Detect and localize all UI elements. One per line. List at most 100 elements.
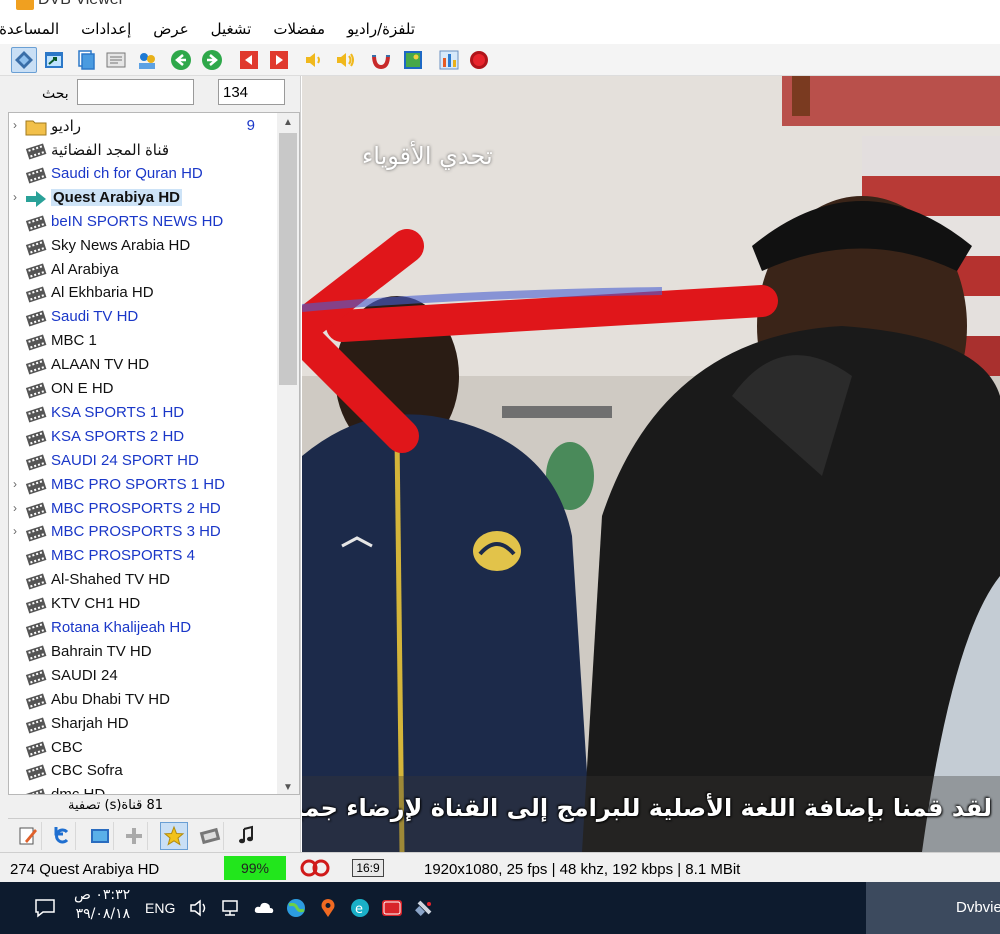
channel-list[interactable]: › راديو 9 ▲ ▼ قناة المجد الفضائية Saudi c… bbox=[8, 112, 300, 795]
channel-row[interactable]: MBC PROSPORTS 4 bbox=[9, 545, 277, 569]
channel-row[interactable]: KSA SPORTS 1 HD bbox=[9, 402, 277, 426]
channel-list-button[interactable] bbox=[11, 47, 37, 73]
channel-name: KSA SPORTS 1 HD bbox=[51, 403, 185, 421]
back-button[interactable] bbox=[168, 47, 194, 73]
film-strip-icon bbox=[25, 667, 47, 687]
menu-item-view[interactable]: عرض bbox=[153, 20, 188, 38]
channel-name: KTV CH1 HD bbox=[51, 595, 141, 613]
record-button[interactable] bbox=[466, 47, 492, 73]
channel-row[interactable]: KSA SPORTS 2 HD bbox=[9, 426, 277, 450]
film-strip-icon bbox=[25, 284, 47, 304]
film-button[interactable] bbox=[196, 822, 224, 850]
refresh-button[interactable] bbox=[48, 822, 76, 850]
channel-row[interactable]: KTV CH1 HD bbox=[9, 593, 277, 617]
channel-row[interactable]: Al Ekhbaria HD bbox=[9, 282, 277, 306]
previous-channel-button[interactable] bbox=[236, 47, 262, 73]
scroll-thumb[interactable] bbox=[279, 133, 297, 385]
favorites-button[interactable] bbox=[160, 822, 188, 850]
film-strip-icon bbox=[25, 213, 47, 233]
record-icon bbox=[470, 51, 488, 69]
channel-row[interactable]: Abu Dhabi TV HD bbox=[9, 689, 277, 713]
channel-row[interactable]: Saudi TV HD bbox=[9, 306, 277, 330]
film-strip-icon bbox=[25, 428, 47, 448]
signal-value: 99% bbox=[240, 860, 270, 876]
network-tray-button[interactable] bbox=[219, 894, 243, 922]
expand-arrow-icon[interactable]: › bbox=[13, 477, 21, 491]
picture-button[interactable] bbox=[400, 47, 426, 73]
clock[interactable]: ٠٣:٣٢ ص ٣٩/٠٨/١٨ bbox=[74, 886, 130, 924]
channel-row[interactable]: MBC 1 bbox=[9, 330, 277, 354]
forward-button[interactable] bbox=[199, 47, 225, 73]
channel-row[interactable]: قناة المجد الفضائية bbox=[9, 139, 277, 163]
channel-row[interactable]: Sharjah HD bbox=[9, 713, 277, 737]
channel-row[interactable]: Al-Shahed TV HD bbox=[9, 569, 277, 593]
channel-row[interactable]: Al Arabiya bbox=[9, 259, 277, 283]
add-button[interactable] bbox=[120, 822, 148, 850]
copy-button[interactable] bbox=[72, 47, 98, 73]
channel-number-input[interactable] bbox=[218, 79, 285, 105]
location-tray-button[interactable] bbox=[316, 894, 340, 922]
volume-up-button[interactable] bbox=[332, 47, 358, 73]
window-button[interactable] bbox=[41, 47, 67, 73]
scroll-down-icon[interactable]: ▼ bbox=[277, 778, 299, 794]
channel-row[interactable]: CBC bbox=[9, 737, 277, 761]
channel-row[interactable]: Rotana Khalijeah HD bbox=[9, 617, 277, 641]
menu-item-play[interactable]: تشغيل bbox=[211, 20, 252, 38]
channel-row[interactable]: Saudi ch for Quran HD bbox=[9, 163, 277, 187]
expand-arrow-icon[interactable]: › bbox=[13, 118, 21, 132]
channel-row[interactable]: › MBC PRO SPORTS 1 HD bbox=[9, 474, 277, 498]
aspect-ratio-badge[interactable]: 16:9 bbox=[352, 859, 384, 877]
magnet-button[interactable] bbox=[368, 47, 394, 73]
video-frame bbox=[302, 76, 1000, 852]
folder-row-radio[interactable]: › راديو 9 bbox=[9, 115, 277, 139]
record-status-icon[interactable] bbox=[300, 857, 330, 879]
star-icon bbox=[163, 825, 185, 846]
users-button[interactable] bbox=[134, 47, 160, 73]
channel-row[interactable]: SAUDI 24 SPORT HD bbox=[9, 450, 277, 474]
channel-row[interactable]: ON E HD bbox=[9, 378, 277, 402]
expand-arrow-icon[interactable]: › bbox=[13, 524, 21, 538]
volume-down-button[interactable] bbox=[301, 47, 327, 73]
e-app-tray-button[interactable]: e bbox=[348, 894, 372, 922]
video-display[interactable]: تحدي الأقوياء لقد قمنا بإضافة اللغة الأص… bbox=[302, 76, 1000, 852]
channel-row[interactable]: beIN SPORTS NEWS HD bbox=[9, 211, 277, 235]
onedrive-tray-button[interactable] bbox=[252, 894, 276, 922]
teletext-button[interactable] bbox=[103, 47, 129, 73]
menu-item-help[interactable]: المساعدة bbox=[0, 20, 59, 38]
notification-button[interactable] bbox=[32, 894, 58, 922]
next-channel-button[interactable] bbox=[266, 47, 292, 73]
taskbar-app-dvbviewer[interactable]: Dvbviewer bbox=[866, 882, 1000, 934]
channel-row[interactable]: Sky News Arabia HD bbox=[9, 235, 277, 259]
window-icon bbox=[45, 52, 63, 68]
globe-tray-button[interactable] bbox=[284, 894, 308, 922]
channel-row[interactable]: › MBC PROSPORTS 2 HD bbox=[9, 498, 277, 522]
language-indicator[interactable]: ENG bbox=[145, 900, 175, 916]
menu-item-tv-radio[interactable]: تلفزة/راديو bbox=[347, 20, 415, 38]
menu-item-favorites[interactable]: مفضلات bbox=[273, 20, 325, 38]
scroll-up-icon[interactable]: ▲ bbox=[277, 113, 299, 131]
menu-item-settings[interactable]: إعدادات bbox=[81, 20, 131, 38]
volume-tray-button[interactable] bbox=[187, 894, 211, 922]
channel-row[interactable]: Bahrain TV HD bbox=[9, 641, 277, 665]
tv-list-button[interactable] bbox=[86, 822, 114, 850]
search-input[interactable] bbox=[77, 79, 194, 105]
channel-row[interactable]: CBC Sofra bbox=[9, 760, 277, 784]
channel-row[interactable]: › MBC PROSPORTS 3 HD bbox=[9, 521, 277, 545]
film-strip-icon bbox=[25, 643, 47, 663]
sb-tray-button[interactable] bbox=[380, 894, 404, 922]
music-icon bbox=[239, 825, 253, 844]
clock-date: ٣٩/٠٨/١٨ bbox=[75, 906, 131, 922]
channel-list-scrollbar[interactable]: ▲ ▼ bbox=[277, 113, 299, 794]
equalizer-button[interactable] bbox=[436, 47, 462, 73]
expand-arrow-icon[interactable]: › bbox=[13, 501, 21, 515]
film-strip-icon bbox=[25, 547, 47, 567]
pin-icon bbox=[321, 899, 335, 917]
satellite-tray-button[interactable] bbox=[413, 894, 437, 922]
edit-button[interactable] bbox=[14, 822, 42, 850]
channel-row[interactable]: SAUDI 24 bbox=[9, 665, 277, 689]
channel-row[interactable]: dmc HD bbox=[9, 784, 277, 794]
expand-arrow-icon[interactable]: › bbox=[13, 190, 21, 204]
channel-row-selected[interactable]: › Quest Arabiya HD bbox=[9, 187, 277, 211]
channel-row[interactable]: ALAAN TV HD bbox=[9, 354, 277, 378]
music-button[interactable] bbox=[232, 822, 260, 850]
